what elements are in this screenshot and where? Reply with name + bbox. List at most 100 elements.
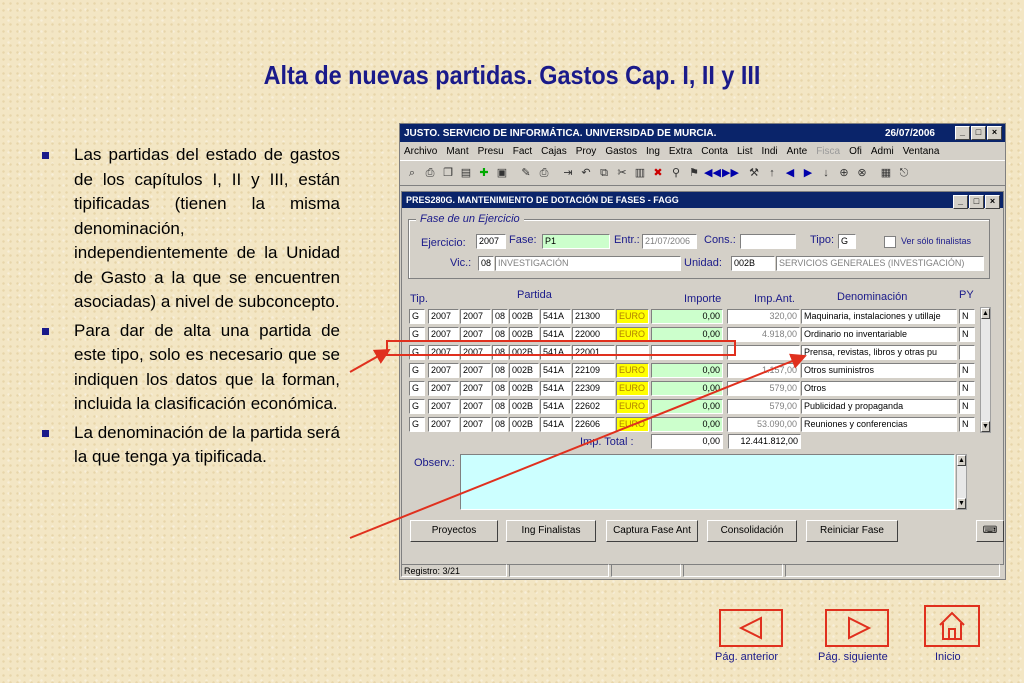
cons-field[interactable] — [740, 234, 796, 249]
zoom-icon[interactable]: ⊗ — [854, 165, 870, 181]
find-icon[interactable]: ⚲ — [668, 165, 684, 181]
scroll-down-icon[interactable]: ▼ — [981, 421, 990, 432]
duplicate-icon[interactable]: ⧉ — [596, 165, 612, 181]
prev-page-button[interactable] — [719, 609, 783, 647]
grid-cell-importe[interactable]: 0,00 — [651, 363, 723, 378]
print-icon[interactable]: ⎙ — [422, 165, 438, 181]
menu-extra[interactable]: Extra — [669, 146, 692, 157]
grid-cell-c1[interactable]: 2007 — [428, 417, 459, 432]
grid-cell-py[interactable] — [959, 345, 975, 360]
grid-cell-imp-ant[interactable]: 1.157,00 — [727, 363, 800, 378]
grid-cell-den[interactable]: Maquinaria, instalaciones y utillaje — [801, 309, 957, 324]
delete-icon[interactable]: ✖ — [650, 165, 666, 181]
grid-cell-importe[interactable]: 0,00 — [651, 417, 723, 432]
grid-cell-c4[interactable]: 002B — [509, 309, 539, 324]
ing-finalistas-button[interactable]: Ing Finalistas — [506, 520, 596, 542]
menu-mant[interactable]: Mant — [446, 146, 468, 157]
grid-cell-py[interactable]: N — [959, 309, 975, 324]
grid-cell-imp-ant[interactable]: 4.918,00 — [727, 327, 800, 342]
undo-icon[interactable]: ↶ — [578, 165, 594, 181]
grid-cell-py[interactable]: N — [959, 327, 975, 342]
tipo-field[interactable]: G — [838, 234, 856, 249]
grid-cell-c2[interactable]: 2007 — [460, 381, 491, 396]
observ-scrollbar[interactable]: ▲ ▼ — [956, 454, 967, 510]
grid-cell-c5[interactable]: 541A — [540, 363, 571, 378]
grid-cell-importe[interactable]: 0,00 — [651, 399, 723, 414]
grid-scrollbar[interactable]: ▲ ▼ — [980, 307, 991, 433]
cut-icon[interactable]: ✂ — [614, 165, 630, 181]
menu-list[interactable]: List — [737, 146, 753, 157]
keyboard-icon[interactable]: ⌨ — [976, 520, 1004, 542]
tool-icon[interactable]: ⚒ — [746, 165, 762, 181]
grid-cell-c4[interactable]: 002B — [509, 363, 539, 378]
grid-cell-c1[interactable]: 2007 — [428, 363, 459, 378]
clipboard-icon[interactable]: ▥ — [632, 165, 648, 181]
menu-proy[interactable]: Proy — [576, 146, 597, 157]
consolidacion-button[interactable]: Consolidación — [707, 520, 797, 542]
form-maximize-button[interactable]: □ — [969, 195, 984, 209]
grid-cell-c2[interactable]: 2007 — [460, 417, 491, 432]
maximize-button[interactable]: □ — [971, 126, 986, 140]
close-button[interactable]: × — [987, 126, 1002, 140]
menu-admi[interactable]: Admi — [871, 146, 894, 157]
grid-cell-imp-ant[interactable]: 579,00 — [727, 381, 800, 396]
menu-indi[interactable]: Indi — [762, 146, 778, 157]
grid-cell-c4[interactable]: 002B — [509, 381, 539, 396]
first-record-icon[interactable]: ◀◀ — [704, 165, 721, 181]
form-minimize-button[interactable]: _ — [953, 195, 968, 209]
menu-ventana[interactable]: Ventana — [903, 146, 940, 157]
menu-ofi[interactable]: Ofi — [849, 146, 862, 157]
grid-cell-c5[interactable]: 541A — [540, 417, 571, 432]
grid-cell-den[interactable]: Otros suministros — [801, 363, 957, 378]
fase-field[interactable]: P1 — [542, 234, 610, 249]
grid-cell-c5[interactable]: 541A — [540, 381, 571, 396]
grid-cell-c6[interactable]: 21300 — [572, 309, 615, 324]
menu-ing[interactable]: Ing — [646, 146, 660, 157]
menu-ante[interactable]: Ante — [787, 146, 808, 157]
up-icon[interactable]: ↑ — [764, 165, 780, 181]
grid-cell-tip[interactable]: G — [409, 309, 425, 324]
grid-cell-c3[interactable]: 08 — [492, 381, 508, 396]
grid-cell-py[interactable]: N — [959, 417, 975, 432]
exit-icon[interactable]: ⇥ — [560, 165, 576, 181]
grid-cell-importe[interactable]: 0,00 — [651, 309, 723, 324]
exit-door-icon[interactable]: ⎋ — [896, 165, 912, 181]
grid-cell-den[interactable]: Reuniones y conferencias — [801, 417, 957, 432]
grid-cell-mon[interactable]: EURO — [616, 309, 649, 324]
grid-cell-c2[interactable]: 2007 — [460, 399, 491, 414]
grid-cell-c3[interactable]: 08 — [492, 417, 508, 432]
query-icon[interactable]: ⌕ — [404, 165, 420, 181]
grid-cell-c4[interactable]: 002B — [509, 417, 539, 432]
grid-cell-c3[interactable]: 08 — [492, 399, 508, 414]
observ-scroll-up-icon[interactable]: ▲ — [957, 455, 966, 466]
grid-cell-c4[interactable]: 002B — [509, 399, 539, 414]
prev-record-icon[interactable]: ◀ — [782, 165, 798, 181]
next-record-icon[interactable]: ▶ — [800, 165, 816, 181]
captura-fase-ant-button[interactable]: Captura Fase Ant — [606, 520, 698, 542]
menu-gastos[interactable]: Gastos — [605, 146, 637, 157]
menu-conta[interactable]: Conta — [701, 146, 728, 157]
entr-field[interactable]: 21/07/2006 — [642, 234, 697, 249]
reiniciar-fase-button[interactable]: Reiniciar Fase — [806, 520, 898, 542]
grid-cell-c3[interactable]: 08 — [492, 309, 508, 324]
grid-cell-tip[interactable]: G — [409, 363, 425, 378]
grid-cell-imp-ant[interactable]: 320,00 — [727, 309, 800, 324]
grid-cell-c2[interactable]: 2007 — [460, 309, 491, 324]
grid-cell-tip[interactable]: G — [409, 417, 425, 432]
grid-cell-py[interactable]: N — [959, 381, 975, 396]
grid-cell-mon[interactable]: EURO — [616, 399, 649, 414]
help-icon[interactable]: ▦ — [878, 165, 894, 181]
finalistas-checkbox[interactable] — [884, 236, 896, 248]
grid-cell-c5[interactable]: 541A — [540, 309, 571, 324]
grid-cell-tip[interactable]: G — [409, 399, 425, 414]
menu-cajas[interactable]: Cajas — [541, 146, 567, 157]
grid-cell-c3[interactable]: 08 — [492, 363, 508, 378]
home-button[interactable] — [924, 605, 980, 647]
grid-cell-c1[interactable]: 2007 — [428, 381, 459, 396]
grid-cell-c1[interactable]: 2007 — [428, 309, 459, 324]
grid-cell-c6[interactable]: 22109 — [572, 363, 615, 378]
grid-cell-imp-ant[interactable]: 579,00 — [727, 399, 800, 414]
minimize-button[interactable]: _ — [955, 126, 970, 140]
insert-icon[interactable]: ✚ — [476, 165, 492, 181]
zoom-in-icon[interactable]: ⊕ — [836, 165, 852, 181]
